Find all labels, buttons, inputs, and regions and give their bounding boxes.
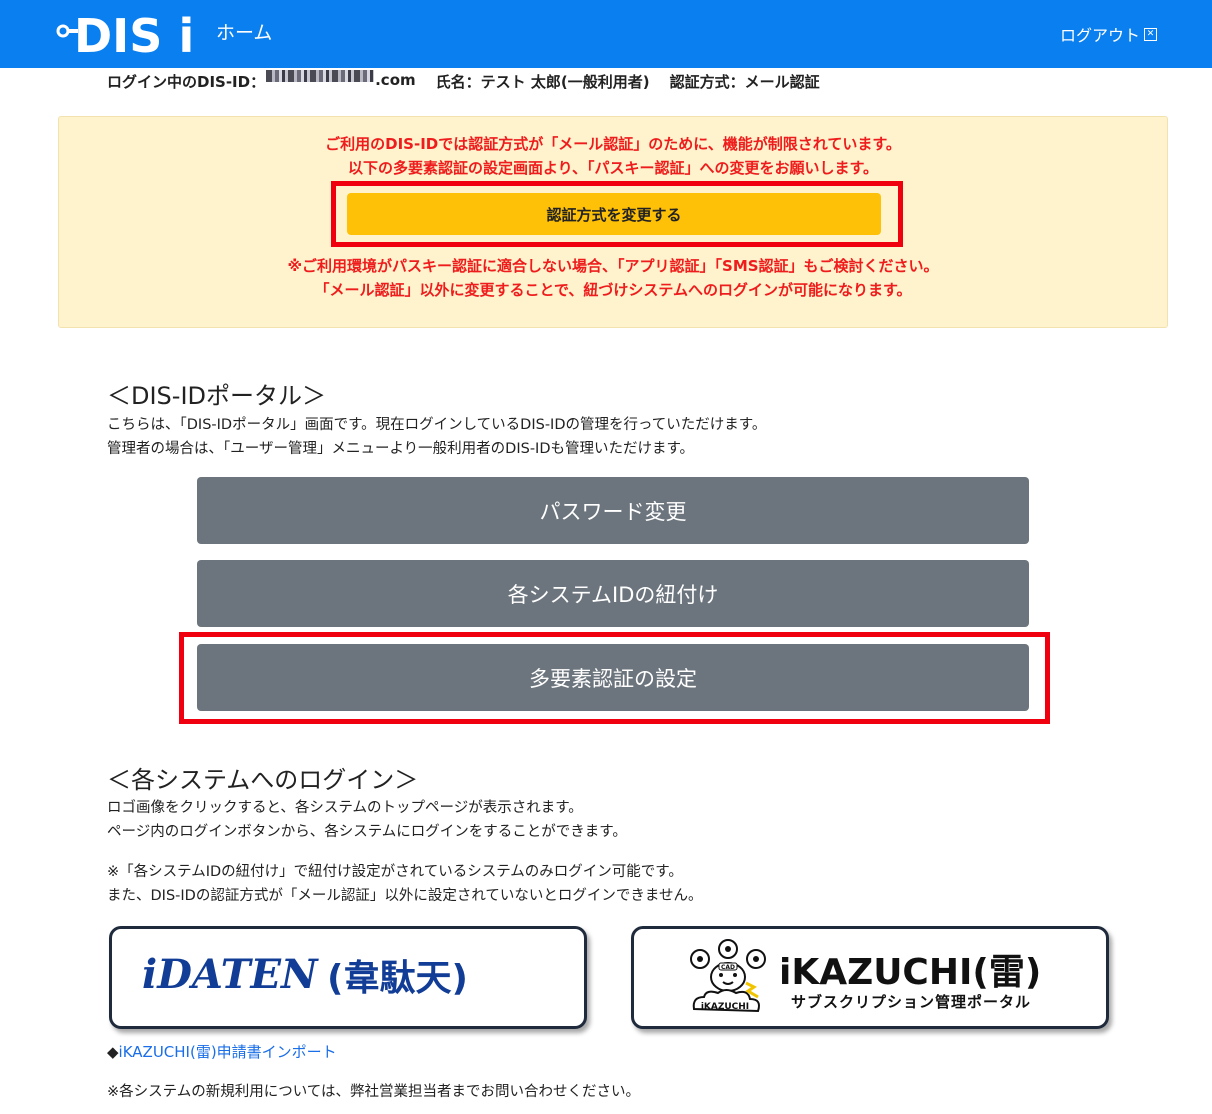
nav-home-link[interactable]: ホーム (216, 18, 272, 45)
idaten-logo-text: iDATEN (142, 951, 318, 998)
ikazuchi-logo-subtitle: サブスクリプション管理ポータル (791, 993, 1032, 1011)
mfa-settings-button[interactable]: 多要素認証の設定 (197, 644, 1029, 711)
logout-label: ログアウト (1060, 26, 1141, 45)
masked-email (266, 70, 375, 82)
ikazuchi-import-label: iKAZUCHI(雷)申請書インポート (118, 1043, 337, 1061)
login-id-suffix: .com (375, 71, 416, 89)
systems-section-title: ＜各システムへのログイン＞ (107, 766, 419, 794)
ikazuchi-logo-kanji: (雷) (972, 952, 1042, 993)
notice-line-1: ご利用のDIS-IDでは認証方式が「メール認証」のために、機能が制限されています… (325, 135, 901, 153)
idaten-logo-kanji: (韋駄天) (327, 958, 468, 999)
logo-text: DIS iD (74, 9, 198, 58)
auth-warning-notice: ご利用のDIS-IDでは認証方式が「メール認証」のために、機能が制限されています… (58, 116, 1168, 328)
systems-desc-1: ロゴ画像をクリックすると、各システムのトップページが表示されます。 (107, 800, 583, 816)
notice-line-3: ※ご利用環境がパスキー認証に適合しない場合、「アプリ認証」「SMS認証」もご検討… (287, 257, 939, 275)
notice-line-4: 「メール認証」以外に変更することで、紐づけシステムへのログインが可能になります。 (314, 281, 912, 299)
password-change-button[interactable]: パスワード変更 (197, 477, 1029, 544)
notice-line-2: 以下の多要素認証の設定画面より、「パスキー認証」への変更をお願いします。 (347, 159, 879, 177)
footer-note: ※各システムの新規利用については、弊社営業担当者までお問い合わせください。 (107, 1084, 640, 1100)
auth-method: 認証方式：メール認証 (669, 73, 820, 91)
dis-id-logo[interactable]: DIS iD (56, 8, 198, 58)
system-id-link-button[interactable]: 各システムIDの紐付け (197, 560, 1029, 627)
ikazuchi-mascot-icon: CAD iKAZUCHI (690, 939, 766, 1013)
user-name: 氏名：テスト 太郎(一般利用者) (435, 73, 650, 91)
change-auth-method-button[interactable]: 認証方式を変更する (347, 193, 881, 235)
logout-link[interactable]: ログアウト ✕ (1060, 22, 1158, 46)
idaten-logo-card[interactable]: iDATEN (韋駄天) (109, 926, 587, 1029)
close-box-icon: ✕ (1144, 27, 1158, 41)
top-navbar: DIS iD ホーム ログアウト ✕ (0, 0, 1212, 68)
systems-note-2: また、DIS-IDの認証方式が「メール認証」以外に設定されていないとログインでき… (107, 888, 703, 904)
ikazuchi-import-link[interactable]: ◆iKAZUCHI(雷)申請書インポート (107, 1041, 337, 1062)
login-user-info: ログイン中のDIS-ID： .com 氏名：テスト 太郎(一般利用者) 認証方式… (107, 70, 820, 92)
diamond-bullet-icon: ◆ (107, 1043, 119, 1061)
mascot-badge-text: CAD (721, 964, 735, 971)
portal-desc-1: こちらは、「DIS-IDポータル」画面です。現在ログインしているDIS-IDの管… (107, 417, 767, 433)
ikazuchi-logo-title: iKAZUCHI(雷) (779, 943, 1041, 995)
portal-desc-2: 管理者の場合は、「ユーザー管理」メニューより一般利用者のDIS-IDも管理いただ… (107, 441, 695, 457)
login-id-label: ログイン中のDIS-ID： (107, 73, 266, 91)
ikazuchi-logo-card[interactable]: CAD iKAZUCHI iKAZUCHI(雷) サブスクリプション管理ポータル (631, 926, 1109, 1029)
systems-desc-2: ページ内のログインボタンから、各システムにログインをすることができます。 (107, 824, 627, 840)
mascot-cloud-text: iKAZUCHI (701, 1002, 749, 1012)
ikazuchi-logo-name: iKAZUCHI (779, 952, 973, 993)
portal-section-title: ＜DIS-IDポータル＞ (107, 382, 327, 410)
systems-note-1: ※「各システムIDの紐付け」で紐付け設定がされているシステムのみログイン可能です… (107, 864, 683, 880)
